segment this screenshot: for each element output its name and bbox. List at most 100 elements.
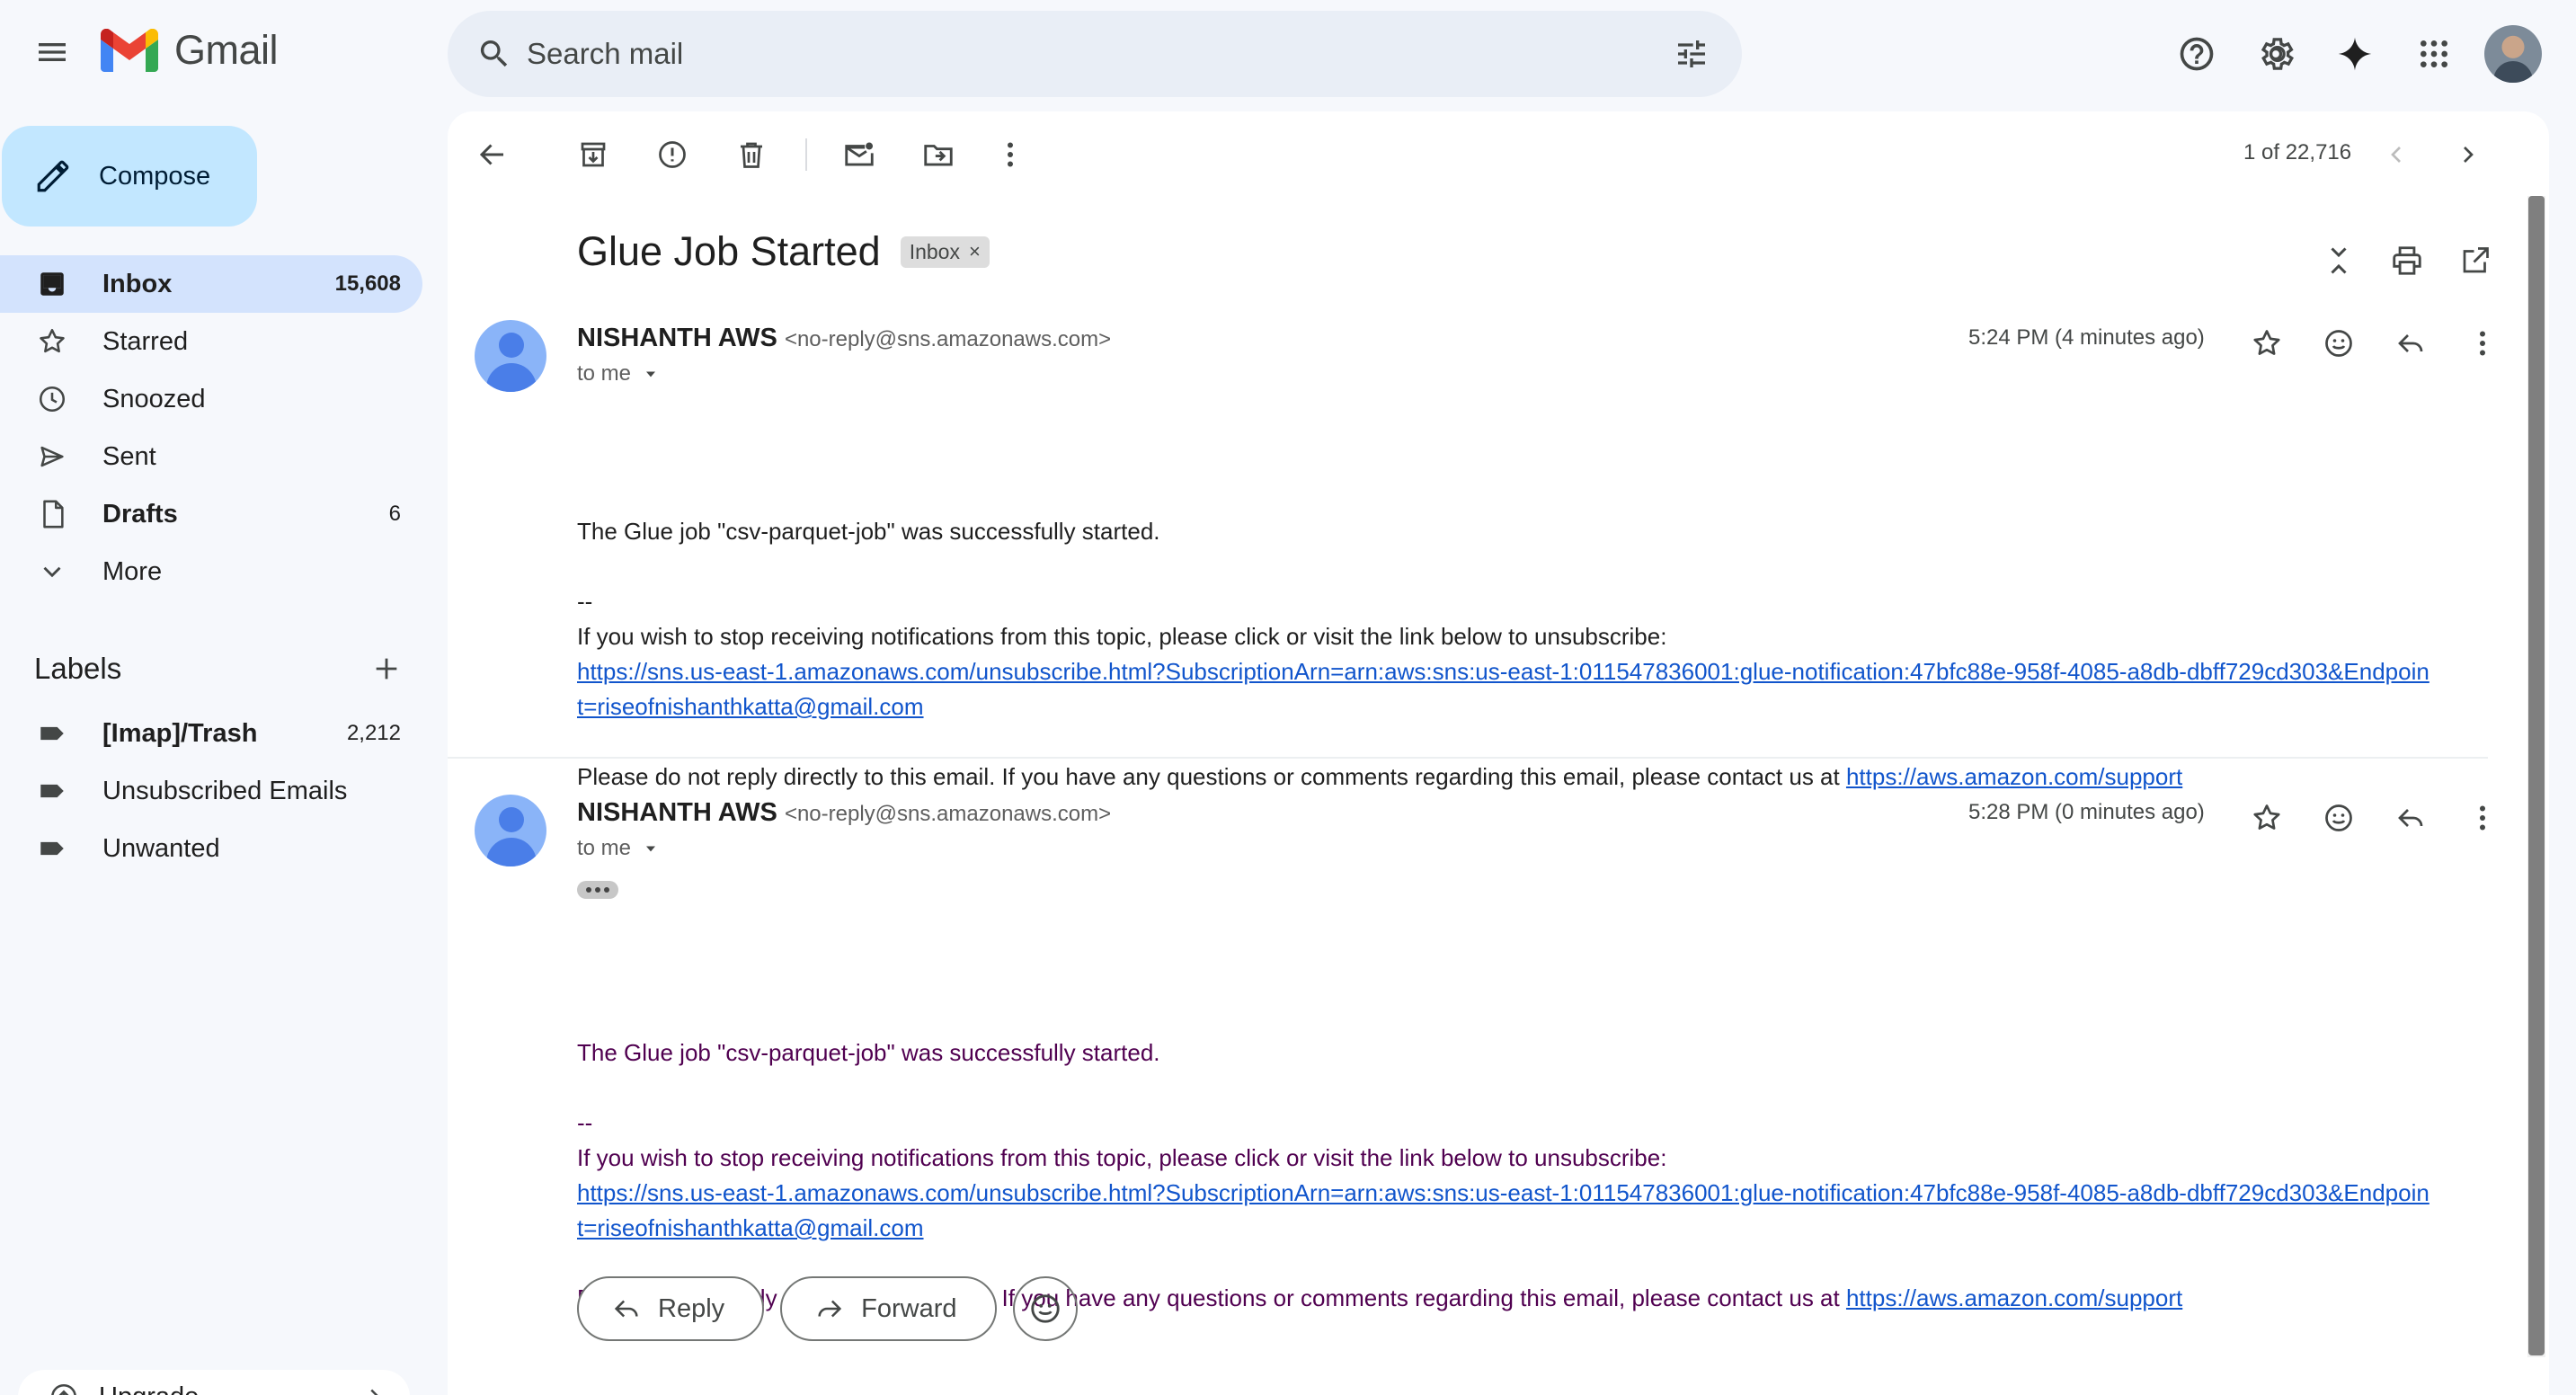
message-body: The Glue job "csv-parquet-job" was succe… [577, 1035, 2447, 1316]
message-more-button[interactable] [2447, 307, 2518, 379]
label-item-unsubscribed-emails[interactable]: Unsubscribed Emails [0, 762, 422, 820]
delete-button[interactable] [717, 120, 786, 189]
star-button[interactable] [2231, 782, 2303, 854]
newer-button[interactable] [2362, 120, 2430, 189]
recipients-toggle[interactable]: to me [577, 361, 660, 387]
message-divider [448, 757, 2488, 759]
upgrade-icon [49, 1382, 79, 1395]
scrollbar-thumb[interactable] [2528, 196, 2545, 1355]
more-vert-icon [2466, 327, 2499, 360]
clock-icon [34, 384, 70, 414]
search-button[interactable] [467, 27, 521, 81]
support-link[interactable]: https://aws.amazon.com/support [1846, 1284, 2182, 1311]
sidebar-item-drafts[interactable]: Drafts 6 [0, 485, 422, 543]
hamburger-menu-icon [34, 34, 70, 70]
reply-button[interactable] [2375, 782, 2447, 854]
sidebar-item-sent[interactable]: Sent [0, 428, 422, 485]
gmail-logo[interactable]: Gmail [101, 27, 279, 74]
search-input[interactable] [527, 31, 1605, 77]
unsubscribe-link[interactable]: https://sns.us-east-1.amazonaws.com/unsu… [577, 1179, 2429, 1241]
chevron-down-icon [34, 556, 70, 587]
caret-down-icon [642, 840, 660, 857]
message-time: 5:28 PM (0 minutes ago) [1968, 800, 2205, 824]
sender-avatar[interactable] [475, 320, 546, 392]
pencil-icon [34, 157, 72, 195]
create-label-button[interactable] [361, 644, 412, 694]
main-menu-button[interactable] [18, 18, 86, 86]
open-new-window-button[interactable] [2441, 227, 2509, 295]
react-pill-button[interactable] [1012, 1276, 1078, 1341]
sender-name[interactable]: NISHANTH AWS [577, 324, 777, 352]
sidebar-item-starred[interactable]: Starred [0, 313, 422, 370]
older-button[interactable] [2434, 120, 2502, 189]
sidebar-item-label: Snoozed [102, 384, 206, 413]
sidebar-item-snoozed[interactable]: Snoozed [0, 370, 422, 428]
more-options-button[interactable] [976, 120, 1044, 189]
gmail-m-icon [101, 29, 158, 72]
label-item-unwanted[interactable]: Unwanted [0, 820, 422, 877]
message-actions [2231, 307, 2518, 379]
emoji-icon [2323, 802, 2355, 834]
reply-pill-button[interactable]: Reply [577, 1276, 765, 1341]
sidebar-item-more[interactable]: More [0, 543, 422, 600]
message-actions [2231, 782, 2518, 854]
reply-icon [611, 1293, 642, 1324]
forward-pill-button[interactable]: Forward [780, 1276, 997, 1341]
add-reaction-button[interactable] [2303, 782, 2375, 854]
show-trimmed-content-button[interactable] [577, 881, 618, 899]
emoji-icon [1028, 1292, 1062, 1326]
label-item-imap-trash[interactable]: [Imap]/Trash 2,212 [0, 705, 422, 762]
sender-line: NISHANTH AWS <no-reply@sns.amazonaws.com… [577, 324, 1111, 353]
pagination-count: 1 of 22,716 [2243, 140, 2352, 164]
sidebar-item-label: Inbox [102, 269, 173, 298]
google-apps-button[interactable] [2400, 20, 2468, 88]
move-folder-icon [921, 138, 955, 172]
report-spam-button[interactable] [638, 120, 706, 189]
archive-button[interactable] [559, 120, 627, 189]
settings-button[interactable] [2242, 20, 2310, 88]
label-tag-icon [34, 776, 70, 806]
upgrade-button[interactable]: Upgrade [18, 1370, 410, 1395]
compose-button[interactable]: Compose [2, 126, 257, 227]
unsubscribe-link[interactable]: https://sns.us-east-1.amazonaws.com/unsu… [577, 658, 2429, 720]
print-button[interactable] [2373, 227, 2441, 295]
move-to-button[interactable] [904, 120, 973, 189]
sidebar-item-inbox[interactable]: Inbox 15,608 [0, 255, 422, 313]
help-icon [2177, 34, 2216, 74]
message-more-button[interactable] [2447, 782, 2518, 854]
star-button[interactable] [2231, 307, 2303, 379]
sidebar-nav: Inbox 15,608 Starred Snoozed Sent Drafts… [0, 255, 422, 600]
gemini-button[interactable] [2321, 20, 2389, 88]
add-reaction-button[interactable] [2303, 307, 2375, 379]
emoji-icon [2323, 327, 2355, 360]
gear-icon [2256, 34, 2296, 74]
collapse-all-button[interactable] [2305, 227, 2373, 295]
remove-label-button[interactable]: × [969, 240, 981, 263]
search-icon [476, 36, 512, 72]
open-in-new-icon [2459, 244, 2492, 277]
caret-down-icon [642, 365, 660, 383]
signature-separator: -- [577, 588, 593, 615]
recipients-toggle[interactable]: to me [577, 836, 660, 861]
sidebar-item-label: Drafts [102, 499, 178, 529]
reply-button[interactable] [2375, 307, 2447, 379]
sender-avatar[interactable] [475, 795, 546, 866]
recipients-text: to me [577, 361, 632, 386]
account-avatar[interactable] [2484, 25, 2542, 83]
unsubscribe-link-part: t=riseofnishanthkatta@gmail.com [577, 1214, 924, 1241]
inbox-label-chip[interactable]: Inbox × [900, 235, 990, 268]
sender-name[interactable]: NISHANTH AWS [577, 798, 777, 827]
arrow-back-icon [476, 138, 509, 171]
support-button[interactable] [2163, 20, 2231, 88]
labels-header: Labels [34, 644, 412, 694]
back-button[interactable] [458, 120, 527, 189]
search-bar[interactable] [448, 11, 1742, 97]
send-icon [34, 441, 70, 472]
support-link[interactable]: https://aws.amazon.com/support [1846, 763, 2182, 790]
trash-icon [735, 138, 768, 171]
mark-unread-button[interactable] [825, 120, 893, 189]
search-options-button[interactable] [1657, 20, 1726, 88]
label-chip-text: Inbox [909, 239, 960, 263]
upgrade-label: Upgrade [99, 1382, 361, 1395]
archive-icon [577, 138, 609, 171]
